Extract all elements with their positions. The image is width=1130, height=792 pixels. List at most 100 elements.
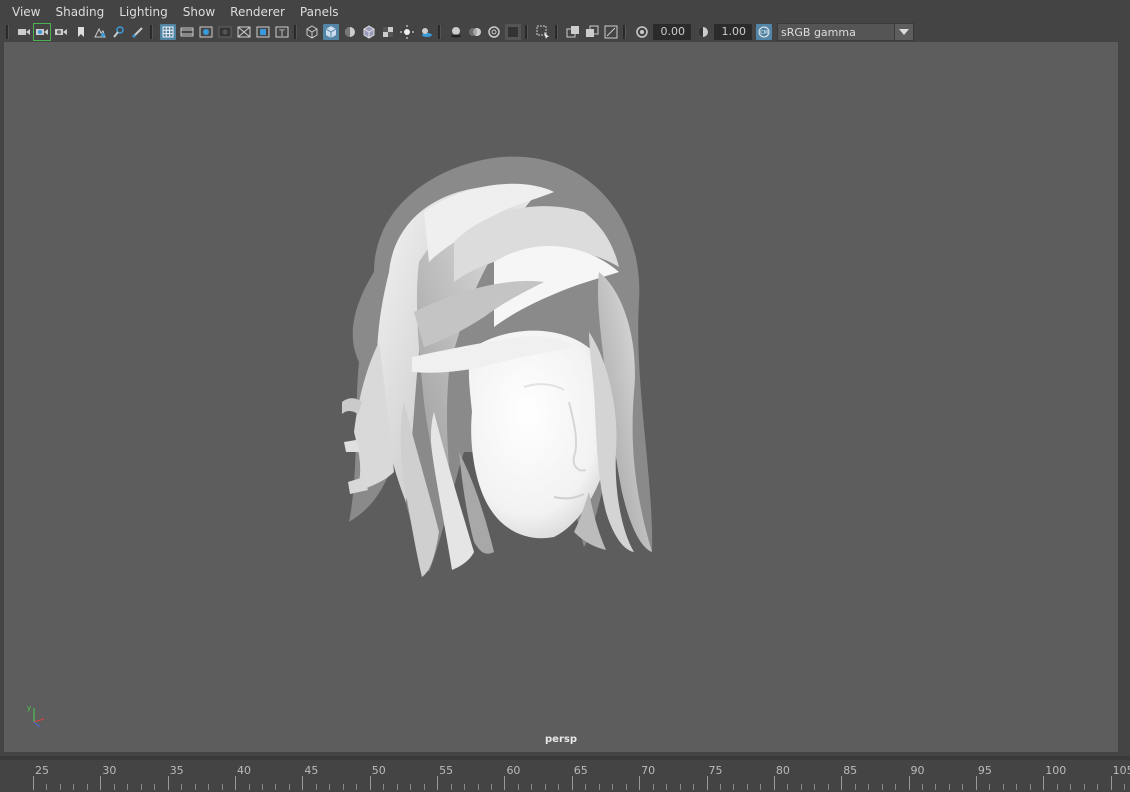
time-tick-major xyxy=(639,776,641,790)
time-tick-major xyxy=(975,776,977,790)
time-tick-minor xyxy=(598,784,600,790)
time-tick-minor xyxy=(181,784,183,790)
shadows-icon[interactable] xyxy=(418,24,434,40)
time-tick-minor xyxy=(464,784,466,790)
time-tick-label: 90 xyxy=(910,764,925,777)
grease-pencil-icon[interactable] xyxy=(111,24,127,40)
time-tick-minor xyxy=(140,784,142,790)
exposure-field[interactable]: 0.00 xyxy=(653,24,691,40)
time-tick-minor xyxy=(733,784,735,790)
time-tick-minor xyxy=(895,784,897,790)
time-tick-minor xyxy=(154,784,156,790)
resolution-gate-icon[interactable] xyxy=(198,24,214,40)
depth-of-field-icon[interactable] xyxy=(505,24,521,40)
time-tick-minor xyxy=(558,784,560,790)
time-tick-major xyxy=(504,776,506,790)
viewport-panel: View Shading Lighting Show Renderer Pane… xyxy=(0,0,1130,756)
color-space-dropdown[interactable]: sRGB gamma xyxy=(777,23,914,41)
menu-shading[interactable]: Shading xyxy=(47,2,111,22)
camera-attributes-icon[interactable] xyxy=(33,23,51,41)
time-tick-minor xyxy=(1070,784,1072,790)
time-tick-label: 70 xyxy=(641,764,656,777)
toolbar-separator xyxy=(438,25,441,39)
time-tick-minor xyxy=(868,784,870,790)
time-tick-minor xyxy=(396,784,398,790)
exposure-icon[interactable] xyxy=(634,24,650,40)
wireframe-on-shaded-icon[interactable] xyxy=(361,24,377,40)
menu-renderer[interactable]: Renderer xyxy=(222,2,292,22)
xray-icon[interactable] xyxy=(565,24,581,40)
wireframe-icon[interactable] xyxy=(304,24,320,40)
time-tick-label: 60 xyxy=(506,764,521,777)
select-camera-icon[interactable] xyxy=(16,24,32,40)
textured-icon[interactable] xyxy=(380,24,396,40)
smooth-shade-icon[interactable] xyxy=(323,24,339,40)
isolate-select-icon[interactable] xyxy=(535,24,551,40)
time-tick-minor xyxy=(194,784,196,790)
time-tick-minor xyxy=(760,784,762,790)
time-tick-minor xyxy=(423,784,425,790)
time-tick-major xyxy=(302,776,304,790)
screen-space-ao-icon[interactable] xyxy=(448,24,464,40)
time-tick-minor xyxy=(490,784,492,790)
time-tick-minor xyxy=(652,784,654,790)
view-transform-icon[interactable]: CM xyxy=(756,24,772,40)
field-chart-icon[interactable] xyxy=(236,24,252,40)
grid-icon[interactable] xyxy=(160,24,176,40)
use-all-lights-icon[interactable] xyxy=(399,24,415,40)
multisample-aa-icon[interactable] xyxy=(486,24,502,40)
safe-title-icon[interactable]: T xyxy=(274,24,290,40)
menu-panels[interactable]: Panels xyxy=(292,2,346,22)
time-tick-label: 100 xyxy=(1045,764,1067,777)
gate-mask-icon[interactable] xyxy=(217,24,233,40)
time-slider[interactable]: 25 30 35 40 45 50 55 60 65 70 75 80 85 90 95 100 105 xyxy=(0,756,1130,792)
motion-blur-icon[interactable] xyxy=(467,24,483,40)
time-tick-minor xyxy=(127,784,129,790)
toolbar-separator xyxy=(6,25,9,39)
xray-joints-icon[interactable] xyxy=(603,24,619,40)
time-tick-minor xyxy=(814,784,816,790)
time-tick-minor xyxy=(329,784,331,790)
2d-pan-zoom-icon[interactable] xyxy=(92,24,108,40)
time-tick-label: 75 xyxy=(708,764,723,777)
svg-text:T: T xyxy=(278,29,285,39)
bookmarks-icon[interactable] xyxy=(53,24,69,40)
time-tick-minor xyxy=(1016,784,1018,790)
time-tick-minor xyxy=(800,784,802,790)
gamma-icon[interactable] xyxy=(695,24,711,40)
safe-action-icon[interactable] xyxy=(255,24,271,40)
menu-show[interactable]: Show xyxy=(175,2,222,22)
axis-gizmo-icon: y xyxy=(27,704,45,728)
time-tick-minor xyxy=(208,784,210,790)
panel-toolbar: T 0.00 1.00 CM sRGB gamma xyxy=(4,22,1118,42)
time-tick-minor xyxy=(113,784,115,790)
chevron-down-icon[interactable] xyxy=(894,24,913,40)
time-tick-major xyxy=(1110,776,1112,790)
time-tick-minor xyxy=(881,784,883,790)
time-tick-minor xyxy=(989,784,991,790)
menu-view[interactable]: View xyxy=(4,2,47,22)
time-tick-minor xyxy=(679,784,681,790)
pencil-icon[interactable] xyxy=(130,24,146,40)
time-tick-label: 105 xyxy=(1112,764,1130,777)
time-tick-minor xyxy=(746,784,748,790)
time-tick-minor xyxy=(477,784,479,790)
xray-active-components-icon[interactable] xyxy=(584,24,600,40)
toolbar-separator xyxy=(525,25,528,39)
film-gate-icon[interactable] xyxy=(179,24,195,40)
time-tick-minor xyxy=(625,784,627,790)
time-tick-label: 40 xyxy=(237,764,252,777)
3d-viewport[interactable]: y persp xyxy=(4,42,1118,752)
time-tick-minor xyxy=(1097,784,1099,790)
time-tick-minor xyxy=(922,784,924,790)
use-default-material-icon[interactable] xyxy=(342,24,358,40)
image-plane-icon[interactable] xyxy=(73,24,89,40)
time-tick-minor xyxy=(693,784,695,790)
time-tick-minor xyxy=(261,784,263,790)
menu-lighting[interactable]: Lighting xyxy=(111,2,175,22)
time-tick-major xyxy=(908,776,910,790)
time-tick-minor xyxy=(342,784,344,790)
gamma-field[interactable]: 1.00 xyxy=(714,24,752,40)
toolbar-separator xyxy=(555,25,558,39)
time-tick-minor xyxy=(1124,784,1126,790)
